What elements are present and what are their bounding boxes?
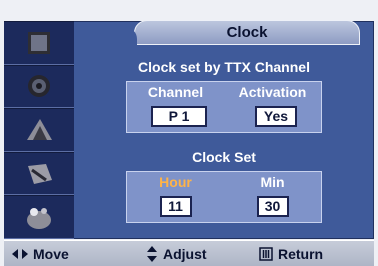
activation-column-label: Activation — [238, 84, 307, 100]
sidebar-item-picture[interactable] — [4, 21, 74, 65]
sidebar-item-input[interactable] — [4, 195, 74, 239]
channel-column-label: Channel — [147, 84, 204, 100]
return-hint: Return — [259, 246, 323, 262]
hour-column-label: Hour — [159, 174, 192, 190]
move-hint: Move — [12, 246, 69, 262]
channel-value-field[interactable]: P 1 — [151, 106, 207, 127]
picture-icon — [28, 31, 50, 54]
ttx-settings-box: Channel Activation P 1 Yes — [126, 81, 322, 133]
min-column-label: Min — [260, 174, 285, 190]
left-right-arrows-icon — [12, 249, 28, 259]
setup-icon — [28, 163, 52, 184]
input-icon — [27, 208, 51, 230]
category-sidebar — [4, 21, 74, 239]
adjust-label: Adjust — [163, 246, 207, 262]
sidebar-item-setup[interactable] — [4, 151, 74, 196]
up-down-arrows-icon — [147, 246, 157, 262]
hour-value-field[interactable]: 11 — [159, 196, 192, 217]
menu-title: Clock — [115, 20, 360, 46]
clock-set-heading: Clock Set — [192, 149, 256, 165]
sidebar-item-sound[interactable] — [4, 64, 74, 109]
sidebar-item-channel[interactable] — [4, 108, 74, 152]
min-value-field[interactable]: 30 — [256, 196, 289, 217]
clock-settings-content: Clock set by TTX Channel Channel Activat… — [74, 45, 374, 239]
adjust-hint: Adjust — [146, 246, 207, 262]
move-label: Move — [33, 246, 69, 262]
sound-icon — [28, 75, 50, 98]
return-label: Return — [278, 246, 324, 262]
clock-set-box: Hour Min 11 30 — [126, 171, 322, 223]
channel-icon — [27, 118, 52, 140]
return-button-icon — [259, 247, 273, 261]
activation-value-field[interactable]: Yes — [255, 106, 297, 127]
ttx-clock-heading: Clock set by TTX Channel — [138, 59, 310, 75]
help-bar: Move Adjust Return — [4, 240, 374, 266]
